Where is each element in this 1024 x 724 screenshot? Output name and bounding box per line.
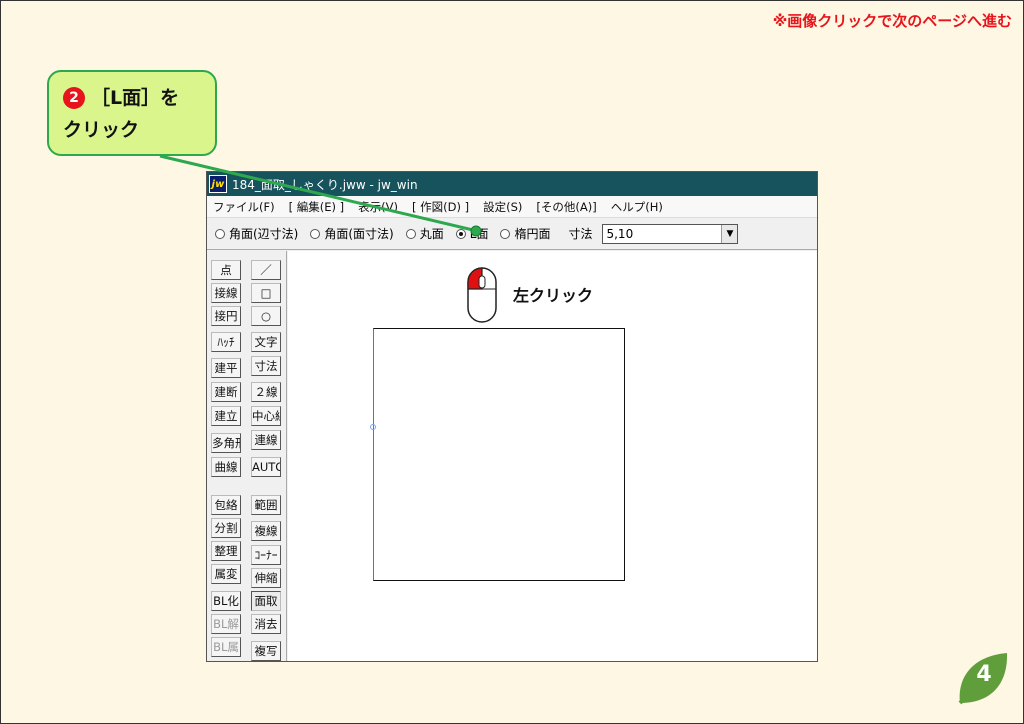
tool-button-left-11[interactable]: 整理 xyxy=(211,541,241,561)
left-click-label: 左クリック xyxy=(513,286,594,305)
drawing-canvas[interactable]: 左クリック xyxy=(288,251,817,661)
instruction-callout: 2 ［L面］を クリック xyxy=(47,70,217,156)
tool-button-left-1[interactable]: 接線 xyxy=(211,283,241,303)
dimension-value: 5,10 xyxy=(606,226,634,241)
tool-button-right-3[interactable]: 文字 xyxy=(251,332,281,352)
tool-button-right-13[interactable]: 面取 xyxy=(251,591,281,611)
tool-button-left-12[interactable]: 属変 xyxy=(211,564,241,584)
radio-dot xyxy=(405,228,416,239)
menu-settings[interactable]: 設定(S) xyxy=(483,199,522,215)
tool-button-left-10[interactable]: 分割 xyxy=(211,518,241,538)
tool-button-left-2[interactable]: 接円 xyxy=(211,306,241,326)
menu-help[interactable]: ヘルプ(H) xyxy=(611,199,663,215)
tool-button-left-4[interactable]: 建平 xyxy=(211,358,241,378)
tool-button-right-7[interactable]: 連線 xyxy=(251,430,281,450)
tool-button-right-4[interactable]: 寸法 xyxy=(251,356,281,376)
tool-button-left-7[interactable]: 多角形 xyxy=(211,433,241,453)
tool-button-right-6[interactable]: 中心線 xyxy=(251,406,281,426)
tool-button-left-6[interactable]: 建立 xyxy=(211,406,241,426)
menu-draw[interactable]: [ 作図(D) ] xyxy=(412,199,469,215)
jw-logo-icon: jw xyxy=(209,175,227,193)
tool-button-left-3[interactable]: ﾊｯﾁ xyxy=(211,332,241,352)
radio-corner-side[interactable]: 角面(辺寸法) xyxy=(215,225,298,242)
toolbox: 点接線接円 ﾊｯﾁ 建平建断建立多角形曲線包絡分割整理属変 BL化 BL解 BL属 ／ □ ○ 文… xyxy=(207,251,287,661)
step-number-badge: 2 xyxy=(63,87,85,109)
dimension-label: 寸法 xyxy=(568,227,593,241)
tool-button-left-13[interactable]: BL化 xyxy=(211,591,241,611)
radio-dot xyxy=(310,228,321,239)
left-click-mouse-icon xyxy=(467,267,497,323)
callout-text-2: クリック xyxy=(63,119,140,141)
tool-button-right-2[interactable]: ○ xyxy=(251,306,281,326)
tool-button-left-8[interactable]: 曲線 xyxy=(211,457,241,477)
radio-dot xyxy=(215,228,225,239)
radio-corner-face[interactable]: 角面(面寸法) xyxy=(310,225,394,242)
dropdown-arrow-icon[interactable]: ▼ xyxy=(721,224,738,243)
tool-button-right-5[interactable]: ２線 xyxy=(251,382,281,402)
tool-button-right-15[interactable]: 複写 xyxy=(251,641,281,661)
menu-view[interactable]: 表示(V) xyxy=(358,199,398,215)
tool-button-right-14[interactable]: 消去 xyxy=(251,614,281,634)
callout-line-1: 2 ［L面］を xyxy=(63,82,201,114)
window-title: 184_面取_しゃくり.jww - jw_win xyxy=(232,177,418,192)
menubar: ファイル(F) [ 編集(E) ] 表示(V) [ 作図(D) ] 設定(S) … xyxy=(207,196,817,218)
page-number: 4 xyxy=(976,662,992,687)
tool-button-left-0[interactable]: 点 xyxy=(211,260,241,280)
radio-l-face[interactable]: L面 xyxy=(455,225,488,242)
radio-dot-checked xyxy=(455,228,466,239)
menu-other[interactable]: [その他(A)] xyxy=(536,199,596,215)
tool-button-right-12[interactable]: 伸縮 xyxy=(251,568,281,588)
tool-button-left-9[interactable]: 包絡 xyxy=(211,495,241,515)
selection-marker xyxy=(370,424,376,430)
callout-text-1: ［L面］を xyxy=(91,87,180,109)
chamfer-option-bar: 角面(辺寸法) 角面(面寸法) 丸面 L面 楕円面 寸法 5,10 ▼ xyxy=(207,218,817,250)
tool-button-left-5[interactable]: 建断 xyxy=(211,382,241,402)
jw-win-window: jw 184_面取_しゃくり.jww - jw_win ファイル(F) [ 編集… xyxy=(206,171,818,662)
tool-button-right-8[interactable]: AUTO xyxy=(251,457,281,477)
titlebar: jw 184_面取_しゃくり.jww - jw_win xyxy=(207,172,817,196)
tool-button-right-9[interactable]: 範囲 xyxy=(251,495,281,515)
drawn-square[interactable] xyxy=(373,328,625,581)
tool-button-right-0[interactable]: ／ xyxy=(251,260,281,280)
tool-button-right-1[interactable]: □ xyxy=(251,283,281,303)
radio-round[interactable]: 丸面 xyxy=(405,225,444,242)
tool-button-right-11[interactable]: ｺｰﾅｰ xyxy=(251,545,281,565)
dimension-select[interactable]: 5,10 ▼ xyxy=(602,223,739,244)
tool-button-left-14[interactable]: BL解 xyxy=(211,614,241,634)
next-page-hint[interactable]: ※画像クリックで次のページへ進む xyxy=(773,10,1012,31)
menu-file[interactable]: ファイル(F) xyxy=(213,199,275,215)
tool-button-left-15[interactable]: BL属 xyxy=(211,637,241,657)
menu-edit[interactable]: [ 編集(E) ] xyxy=(289,199,345,215)
tool-button-right-10[interactable]: 複線 xyxy=(251,521,281,541)
work-area: 点接線接円 ﾊｯﾁ 建平建断建立多角形曲線包絡分割整理属変 BL化 BL解 BL属 ／ □ ○ 文… xyxy=(207,251,817,661)
radio-ellipse[interactable]: 楕円面 xyxy=(500,225,550,242)
radio-dot xyxy=(500,228,511,239)
